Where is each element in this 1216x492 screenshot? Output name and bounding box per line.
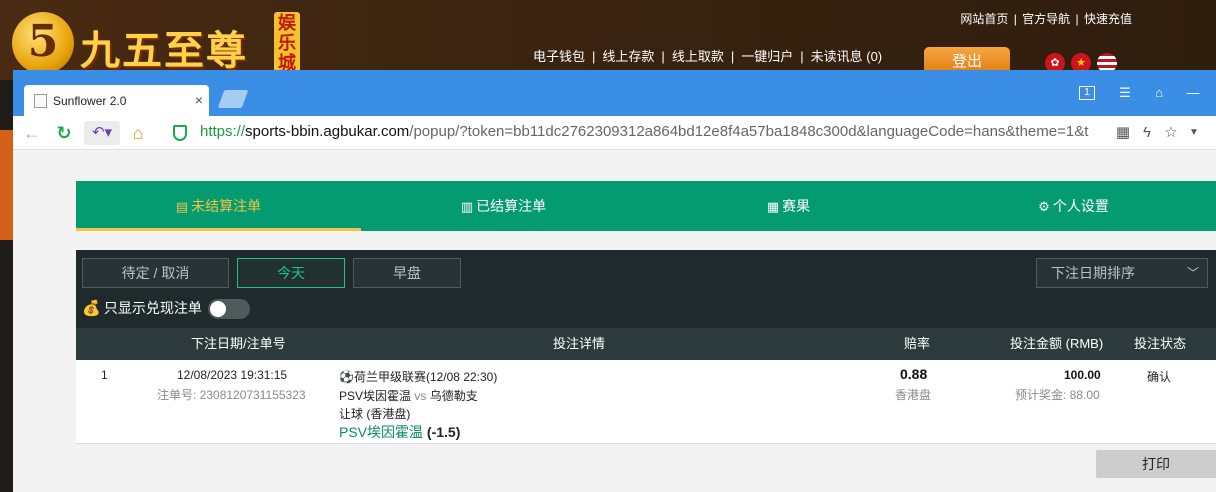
odds-type: 香港盘 <box>895 388 932 402</box>
page-viewport: ▤ 未结算注单 ▥ 已结算注单 ▦ 赛果 ⚙ 个人设置 待定 / 取消 今天 早盘 下注… <box>13 150 1216 492</box>
top-links: 网站首页 | 官方导航 | 快速充值 <box>958 12 1134 26</box>
soccer-ball-icon: ⚽ <box>339 370 354 384</box>
bet-status: 确认 <box>1147 370 1172 384</box>
scoreboard-icon: ▦ <box>766 199 780 214</box>
dropdown-arrow-icon[interactable]: ▼ <box>1183 122 1205 144</box>
col-status: 投注状态 <box>1134 336 1187 351</box>
selection-team: PSV埃因霍温 <box>339 424 424 440</box>
table-header: 下注日期/注单号 投注详情 赔率 投注金额 (RMB) 投注状态 <box>76 328 1216 360</box>
browser-window: Sunflower 2.0 × 1 ☰ ⌂ — ← ↻ ↶▾ ⌂ https:/… <box>13 70 1216 492</box>
logo-badge-text: 娱乐城 <box>278 13 296 74</box>
logo-badge: 娱乐城 <box>274 12 300 74</box>
bookmark-star-icon[interactable]: ☆ <box>1160 122 1182 144</box>
bet-stake: 100.00 <box>1064 368 1101 382</box>
lightning-icon[interactable]: ϟ <box>1136 122 1158 144</box>
settled-icon: ▥ <box>460 199 474 214</box>
bet-odds: 0.88 <box>900 366 928 382</box>
new-tab-button[interactable] <box>217 90 249 108</box>
browser-titlebar: Sunflower 2.0 × 1 ☰ ⌂ — <box>13 70 1216 116</box>
nav-deposit[interactable]: 线上存款 <box>602 49 654 64</box>
cashout-toggle[interactable] <box>207 299 250 320</box>
col-detail: 投注详情 <box>553 336 606 351</box>
bet-selection: PSV埃因霍温 (-1.5) <box>339 422 460 442</box>
site-logo[interactable]: 5 九五至尊 娱乐城 <box>12 10 302 74</box>
page-icon <box>34 94 47 108</box>
match-teams: PSV埃因霍温 vs 乌德勒支 <box>339 387 478 404</box>
home-team: PSV埃因霍温 <box>339 389 412 403</box>
sort-select-value: 下注日期排序 <box>1051 265 1135 281</box>
tab-settings[interactable]: ⚙ 个人设置 <box>931 181 1216 231</box>
col-stake: 投注金额 (RMB) <box>1010 336 1104 351</box>
tab-settled[interactable]: ▥ 已结算注单 <box>361 181 646 231</box>
early-market-button[interactable]: 早盘 <box>353 258 461 288</box>
close-tab-icon[interactable]: × <box>189 90 209 110</box>
away-team: 乌德勒支 <box>429 389 478 403</box>
nav-messages[interactable]: 未读讯息 (0) <box>811 49 883 64</box>
col-date: 下注日期/注单号 <box>191 336 286 351</box>
bet-date: 12/08/2023 19:31:15 <box>177 368 288 382</box>
menu-icon[interactable]: ☰ <box>1113 83 1137 103</box>
nav-merge[interactable]: 一键归户 <box>741 49 793 64</box>
today-button[interactable]: 今天 <box>237 258 345 288</box>
tab-title: Sunflower 2.0 <box>53 94 127 108</box>
chevron-down-icon: ﹀ <box>1186 266 1199 280</box>
url-scheme: https:// <box>200 123 246 140</box>
sort-select[interactable]: 下注日期排序 ﹀ <box>1036 258 1208 288</box>
browser-tab[interactable]: Sunflower 2.0 × <box>24 85 209 116</box>
qr-code-icon[interactable]: ▦ <box>1112 122 1134 144</box>
table-row: 1 12/08/2023 19:31:15 注单号: 2308120731155… <box>76 360 1216 444</box>
address-bar: ← ↻ ↶▾ ⌂ https://sports-bbin.agbukar.com… <box>13 116 1216 150</box>
tab-settings-label: 个人设置 <box>1052 198 1109 214</box>
home-icon[interactable]: ⌂ <box>126 121 150 145</box>
skin-icon[interactable]: ⌂ <box>1147 83 1171 103</box>
cashout-filter: 💰 只显示兑现注单 <box>82 296 250 320</box>
filter-bar: 待定 / 取消 今天 早盘 下注日期排序 ﹀ 💰 只显示兑现注单 <box>76 250 1216 328</box>
tab-settled-label: 已结算注单 <box>476 198 547 214</box>
top-link-recharge[interactable]: 快速充值 <box>1082 12 1134 26</box>
pending-cancel-button[interactable]: 待定 / 取消 <box>82 258 229 288</box>
vs-label: vs <box>414 389 427 403</box>
site-nav: 电子钱包 | 线上存款 | 线上取款 | 一键归户 | 未读讯息 (0) <box>533 49 883 64</box>
top-link-nav[interactable]: 官方导航 <box>1020 12 1072 26</box>
url-field[interactable]: https://sports-bbin.agbukar.com/popup/?t… <box>200 123 1110 140</box>
site-header: 5 九五至尊 娱乐城 网站首页 | 官方导航 | 快速充值 电子钱包 | 线上存款 |… <box>0 0 1216 80</box>
tab-results[interactable]: ▦ 赛果 <box>646 181 931 231</box>
undo-icon[interactable]: ↶▾ <box>84 121 120 145</box>
tab-unsettled-label: 未结算注单 <box>191 198 262 214</box>
nav-withdraw[interactable]: 线上取款 <box>672 49 724 64</box>
col-odds: 赔率 <box>904 336 931 351</box>
bet-record-tabs: ▤ 未结算注单 ▥ 已结算注单 ▦ 赛果 ⚙ 个人设置 <box>76 181 1216 231</box>
league-line: ⚽荷兰甲级联赛(12/08 22:30) <box>339 368 497 385</box>
minimize-icon[interactable]: — <box>1181 83 1205 103</box>
logo-emblem: 5 <box>12 12 74 74</box>
back-arrow-icon[interactable]: ← <box>20 121 44 145</box>
logo-text: 九五至尊 <box>80 27 248 74</box>
ticket-number: 注单号: 2308120731155323 <box>157 388 306 402</box>
nav-wallet[interactable]: 电子钱包 <box>533 49 585 64</box>
money-bag-icon: 💰 <box>82 300 101 318</box>
cashout-label: 只显示兑现注单 <box>103 300 202 316</box>
bet-market: 让球 (香港盘) <box>339 407 411 421</box>
tab-unsettled[interactable]: ▤ 未结算注单 <box>76 181 361 231</box>
receipt-icon: ▤ <box>175 199 189 214</box>
gear-icon: ⚙ <box>1038 199 1050 214</box>
secure-shield-icon <box>173 125 187 141</box>
reload-icon[interactable]: ↻ <box>52 121 76 145</box>
league-name: 荷兰甲级联赛(12/08 22:30) <box>353 370 498 384</box>
tab-results-label: 赛果 <box>782 198 811 214</box>
url-host: sports-bbin.agbukar.com <box>245 123 410 140</box>
row-index: 1 <box>101 368 108 382</box>
url-path: /popup/?token=bb11dc2762309312a864bd12e8… <box>409 123 1089 140</box>
print-button[interactable]: 打印 <box>1096 450 1216 478</box>
tab-count-icon[interactable]: 1 <box>1079 86 1095 100</box>
top-link-home[interactable]: 网站首页 <box>958 12 1010 26</box>
estimated-payout: 预计奖金: 88.00 <box>1015 388 1100 402</box>
selection-handicap: (-1.5) <box>426 424 461 440</box>
background-strip <box>0 80 13 492</box>
